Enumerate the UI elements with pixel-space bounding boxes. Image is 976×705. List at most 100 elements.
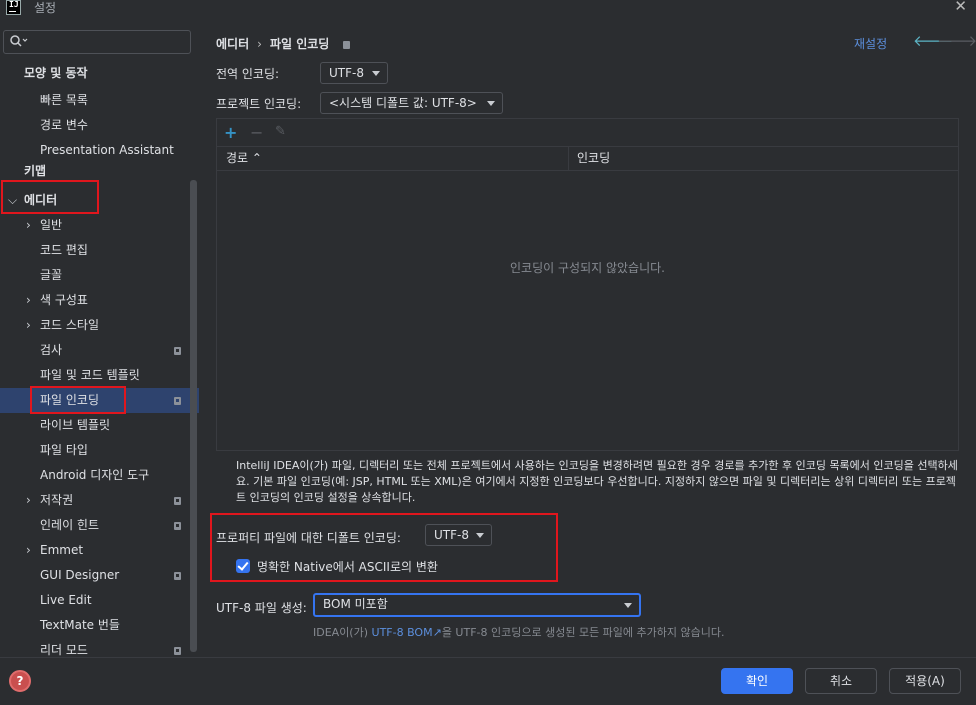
- sidebar-item-label: 인레이 힌트: [40, 518, 100, 532]
- path-encoding-table: + − ✎ 경로 ⌃ 인코딩 인코딩이 구성되지 않았습니다.: [216, 118, 959, 451]
- forward-arrow-icon[interactable]: 🡒: [937, 31, 976, 50]
- cancel-button[interactable]: 취소: [805, 668, 877, 694]
- sidebar-item-label: 검사: [40, 343, 63, 357]
- sidebar-item-appearance[interactable]: 모양 및 동작: [0, 61, 190, 86]
- sidebar-item-label: GUI Designer: [40, 568, 120, 582]
- dialog-footer: ? 확인 취소 적용(A): [0, 657, 976, 705]
- search-icon: [10, 35, 28, 47]
- dropdown-arrow-icon: [624, 603, 632, 608]
- sidebar-item-copyright[interactable]: › 저작권: [0, 488, 190, 513]
- sidebar-item-inspections[interactable]: 검사: [0, 338, 190, 363]
- highlight-box-file-encodings: [30, 386, 126, 414]
- sidebar-item-label: Emmet: [40, 543, 84, 557]
- column-header-path[interactable]: 경로 ⌃: [226, 147, 262, 170]
- global-encoding-label: 전역 인코딩:: [216, 67, 280, 81]
- table-header: 경로 ⌃ 인코딩: [217, 147, 958, 171]
- sidebar-item-keymap[interactable]: 키맵: [0, 161, 190, 181]
- sidebar-item-label: Android 디자인 도구: [40, 468, 150, 482]
- project-scope-icon: [343, 40, 351, 49]
- sidebar-scrollbar[interactable]: [190, 180, 197, 652]
- column-divider[interactable]: [568, 147, 569, 170]
- sidebar-item-label: 코드 편집: [40, 243, 88, 257]
- sidebar-item-code-style[interactable]: › 코드 스타일: [0, 313, 190, 338]
- sidebar-item-label: 파일 및 코드 템플릿: [40, 368, 140, 382]
- chevron-right-icon[interactable]: ›: [26, 288, 31, 313]
- bom-hint-suffix: 을 UTF-8 인코딩으로 생성된 모든 파일에 추가하지 않습니다.: [441, 626, 725, 639]
- sidebar-item-gui-designer[interactable]: GUI Designer: [0, 563, 190, 588]
- bom-select[interactable]: BOM 미포함: [313, 593, 641, 617]
- sidebar-item-file-types[interactable]: 파일 타입: [0, 438, 190, 463]
- utf8-bom-link-label: UTF-8 BOM: [371, 626, 433, 639]
- project-encoding-value: <시스템 디폴트 값: UTF-8>: [329, 96, 477, 110]
- edit-icon[interactable]: ✎: [275, 124, 286, 139]
- close-icon[interactable]: ✕: [954, 0, 967, 15]
- sidebar-item-color-scheme[interactable]: › 색 구성표: [0, 288, 190, 313]
- project-encoding-label: 프로젝트 인코딩:: [216, 97, 302, 111]
- table-toolbar: + − ✎: [217, 119, 958, 147]
- ok-button[interactable]: 확인: [721, 668, 793, 694]
- sidebar-item-label: 빠른 목록: [40, 93, 88, 107]
- add-icon[interactable]: +: [224, 123, 237, 142]
- sidebar-item-path-variables[interactable]: 경로 변수: [0, 113, 190, 138]
- reset-link[interactable]: 재설정: [854, 35, 887, 52]
- sidebar-item-label: 색 구성표: [40, 293, 88, 307]
- bom-value: BOM 미포함: [323, 597, 388, 611]
- window-title: 설정: [34, 1, 57, 15]
- sidebar-item-general[interactable]: › 일반: [0, 213, 190, 238]
- sidebar-item-label: Presentation Assistant: [40, 143, 174, 157]
- sidebar-item-live-templates[interactable]: 라이브 템플릿: [0, 413, 190, 438]
- column-header-encoding[interactable]: 인코딩: [577, 147, 610, 170]
- sidebar-item-label: 모양 및 동작: [24, 66, 88, 80]
- sidebar-item-reader-mode[interactable]: 리더 모드: [0, 638, 190, 657]
- sidebar-item-code-editing[interactable]: 코드 편집: [0, 238, 190, 263]
- sidebar-item-presentation-assistant[interactable]: Presentation Assistant: [0, 138, 190, 163]
- chevron-right-icon[interactable]: ›: [26, 313, 31, 338]
- chevron-right-icon[interactable]: ›: [26, 538, 31, 563]
- global-encoding-select[interactable]: UTF-8: [320, 62, 388, 84]
- chevron-right-icon[interactable]: ›: [26, 213, 31, 238]
- sidebar-item-label: 라이브 템플릿: [40, 418, 111, 432]
- breadcrumb-parent[interactable]: 에디터: [216, 37, 249, 51]
- sidebar-item-label: 저작권: [40, 493, 74, 507]
- apply-button[interactable]: 적용(A): [889, 668, 961, 694]
- project-scope-icon: [174, 522, 181, 530]
- chevron-right-icon[interactable]: ›: [26, 488, 31, 513]
- sidebar-item-android-design-tools[interactable]: Android 디자인 도구: [0, 463, 190, 488]
- sidebar-item-live-edit[interactable]: Live Edit: [0, 588, 190, 613]
- sidebar-item-label: 코드 스타일: [40, 318, 100, 332]
- sidebar-item-label: 키맵: [24, 164, 47, 178]
- sidebar-item-label: 글꼴: [40, 268, 63, 282]
- remove-icon[interactable]: −: [250, 123, 263, 142]
- sidebar-item-inlay-hints[interactable]: 인레이 힌트: [0, 513, 190, 538]
- dropdown-arrow-icon: [487, 101, 495, 106]
- project-scope-icon: [174, 647, 181, 655]
- encoding-description: IntelliJ IDEA이(가) 파일, 디렉터리 또는 전체 프로젝트에서 …: [236, 459, 958, 504]
- highlight-box-editor: [1, 180, 99, 214]
- column-path-label: 경로: [226, 151, 249, 165]
- sidebar-item-file-and-code-templates[interactable]: 파일 및 코드 템플릿: [0, 363, 190, 388]
- sort-ascending-icon: ⌃: [251, 151, 262, 165]
- sidebar-item-label: Live Edit: [40, 593, 92, 607]
- bom-hint-prefix: IDEA이(가): [313, 626, 372, 639]
- table-empty-message: 인코딩이 구성되지 않았습니다.: [510, 261, 665, 275]
- sidebar-item-emmet[interactable]: › Emmet: [0, 538, 190, 563]
- sidebar-item-font[interactable]: 글꼴: [0, 263, 190, 288]
- sidebar-item-label: 파일 타입: [40, 443, 88, 457]
- settings-sidebar: 모양 및 동작 빠른 목록 경로 변수 Presentation Assista…: [0, 17, 199, 657]
- sidebar-item-textmate-bundles[interactable]: TextMate 번들: [0, 613, 190, 638]
- project-encoding-select[interactable]: <시스템 디폴트 값: UTF-8>: [320, 92, 503, 114]
- project-scope-icon: [174, 397, 181, 405]
- breadcrumb: 에디터 › 파일 인코딩: [216, 35, 351, 52]
- sidebar-item-label: TextMate 번들: [40, 618, 120, 632]
- intellij-app-icon: IJ: [6, 0, 21, 15]
- sidebar-item-quick-lists[interactable]: 빠른 목록: [0, 88, 190, 113]
- bom-label: UTF-8 파일 생성:: [216, 601, 307, 615]
- settings-search-input[interactable]: [3, 30, 191, 54]
- project-scope-icon: [174, 572, 181, 580]
- utf8-bom-link[interactable]: UTF-8 BOM↗: [372, 626, 442, 639]
- sidebar-item-label: 리더 모드: [40, 643, 88, 657]
- highlight-box-properties-encoding: [210, 513, 558, 582]
- help-icon[interactable]: ?: [9, 670, 31, 692]
- breadcrumb-current: 파일 인코딩: [269, 37, 330, 51]
- sidebar-item-label: 일반: [40, 218, 63, 232]
